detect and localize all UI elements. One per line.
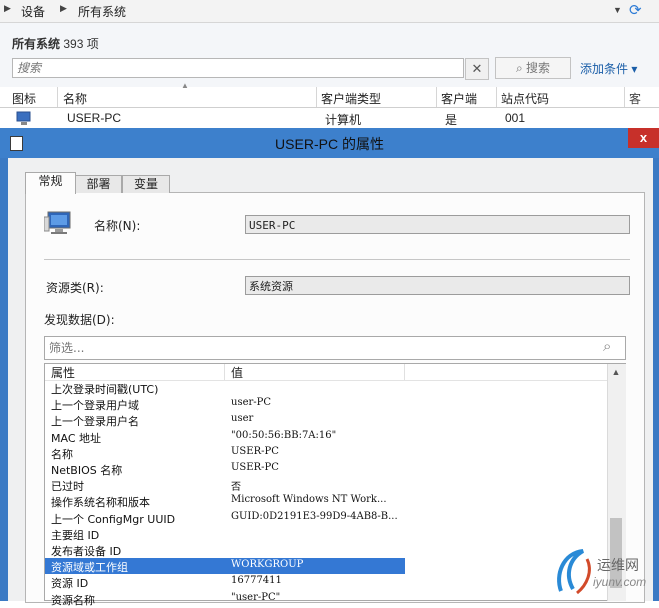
list-item[interactable]: 上一个登录用户名 user [45, 412, 605, 428]
property-value: WORKGROUP [231, 559, 304, 571]
property-name: NetBIOS 名称 [51, 464, 123, 477]
scroll-up-icon[interactable]: ▲ [607, 364, 625, 380]
filter-input[interactable] [45, 337, 593, 359]
resource-class-label: 资源类(R): [46, 281, 104, 295]
divider [44, 259, 630, 260]
column-header-value[interactable]: 值 [231, 364, 243, 381]
property-name: 发布者设备 ID [51, 545, 122, 558]
tab-variables[interactable]: 变量 [122, 175, 170, 193]
list-item[interactable]: 资源 ID 16777411 [45, 574, 605, 590]
property-value: "00:50:56:BB:7A:16" [231, 429, 337, 441]
breadcrumb-devices[interactable]: 设备 [21, 3, 45, 20]
filter-field[interactable]: ⌕ [44, 336, 626, 360]
clear-search-button[interactable]: ✕ [465, 58, 489, 80]
list-item[interactable]: 资源域或工作组 WORKGROUP [45, 558, 405, 575]
column-header-site-code[interactable]: 站点代码 [501, 90, 549, 107]
property-name: 资源域或工作组 [51, 561, 128, 575]
refresh-icon[interactable]: ⟳ [629, 1, 642, 19]
watermark-text: 运维网 [597, 557, 639, 573]
list-item[interactable]: MAC 地址 "00:50:56:BB:7A:16" [45, 429, 605, 445]
property-value: user-PC [231, 397, 272, 409]
close-button[interactable]: x [628, 128, 659, 148]
search-button[interactable]: ⌕ 搜索 [495, 57, 571, 79]
column-header-client[interactable]: 客户端 [441, 90, 477, 107]
property-name: 名称 [51, 447, 73, 461]
property-name: 上一个 ConfigMgr UUID [51, 512, 176, 526]
sort-arrow-icon: ▲ [181, 81, 189, 90]
property-value: user [231, 413, 254, 425]
computer-icon [16, 111, 31, 125]
row-client-type: 计算机 [325, 113, 362, 127]
property-name: 资源 ID [51, 577, 89, 591]
property-value: Microsoft Windows NT Work... [231, 494, 387, 506]
property-value: 否 [231, 482, 241, 494]
search-input[interactable] [13, 59, 461, 77]
result-count: 所有系统 393 项 [12, 37, 99, 51]
list-item[interactable]: 上一个 ConfigMgr UUID GUID:0D2191E3-99D9-4AB… [45, 510, 605, 526]
column-header-more[interactable]: 客 [629, 90, 641, 107]
breadcrumb-all-systems[interactable]: 所有系统 [78, 3, 126, 20]
resource-class-field[interactable]: 系统资源 [245, 276, 630, 295]
name-field[interactable]: USER-PC [245, 215, 630, 234]
row-client: 是 [445, 113, 458, 127]
list-item[interactable]: 上一个登录用户域 user-PC [45, 396, 605, 412]
property-name: 上次登录时间戳(UTC) [51, 383, 159, 396]
property-name: 上一个登录用户名 [51, 415, 139, 429]
discovery-data-label: 发现数据(D): [44, 313, 115, 327]
list-item[interactable]: 主要组 ID [45, 526, 605, 542]
property-value: USER-PC [231, 445, 279, 457]
search-icon[interactable]: ⌕ [603, 338, 611, 355]
column-header-property[interactable]: 属性 [51, 364, 75, 381]
tab-deployments[interactable]: 部署 [75, 175, 122, 193]
grid-header: 图标 名称 ▲ 客户端类型 客户端 站点代码 客 [0, 81, 659, 108]
chevron-right-icon: ▶ [60, 3, 67, 13]
property-name: 资源名称 [51, 593, 95, 607]
search-field[interactable] [12, 58, 464, 78]
list-item[interactable]: 已过时 否 [45, 477, 605, 493]
column-header-icon[interactable]: 图标 [12, 90, 36, 107]
list-item[interactable]: 发布者设备 ID [45, 542, 605, 558]
dropdown-arrow-icon[interactable]: ▼ [613, 5, 622, 15]
property-name: 已过时 [51, 480, 84, 494]
property-name: 上一个登录用户域 [51, 399, 139, 413]
list-item[interactable]: 资源名称 "user-PC" [45, 591, 605, 607]
column-header-client-type[interactable]: 客户端类型 [321, 90, 381, 107]
column-header-name[interactable]: 名称 [63, 90, 87, 107]
watermark-logo-icon [557, 549, 591, 595]
property-value: 16777411 [231, 575, 282, 587]
row-site-code: 001 [505, 111, 526, 125]
list-item[interactable]: NetBIOS 名称 USER-PC [45, 461, 605, 477]
magnifier-icon: ⌕ [515, 61, 523, 75]
row-name: USER-PC [67, 111, 122, 125]
property-value: GUID:0D2191E3-99D9-4AB8-B... [231, 510, 398, 522]
tab-general[interactable]: 常规 [25, 172, 76, 194]
list-item[interactable]: 名称 USER-PC [45, 445, 605, 461]
list-item[interactable]: 操作系统名称和版本 Microsoft Windows NT Work... [45, 493, 605, 509]
list-header [45, 364, 607, 381]
property-name: 主要组 ID [51, 528, 100, 542]
property-name: 操作系统名称和版本 [51, 496, 150, 510]
property-name: MAC 地址 [51, 431, 101, 445]
name-label: 名称(N): [94, 219, 141, 233]
add-criteria-link[interactable]: 添加条件 ▾ [580, 60, 637, 77]
watermark-subtext: iyunv.com [593, 575, 647, 589]
dialog-title: USER-PC 的属性 [275, 136, 384, 152]
computer-icon [44, 211, 71, 234]
chevron-right-icon: ▶ [4, 3, 11, 13]
table-row[interactable]: USER-PC 计算机 是 001 [0, 108, 659, 128]
breadcrumb-bar: ▶ 设备 ▶ 所有系统 ▼ ⟳ [0, 0, 659, 23]
property-value: USER-PC [231, 462, 279, 473]
list-item[interactable]: 上次登录时间戳(UTC) [45, 380, 605, 396]
